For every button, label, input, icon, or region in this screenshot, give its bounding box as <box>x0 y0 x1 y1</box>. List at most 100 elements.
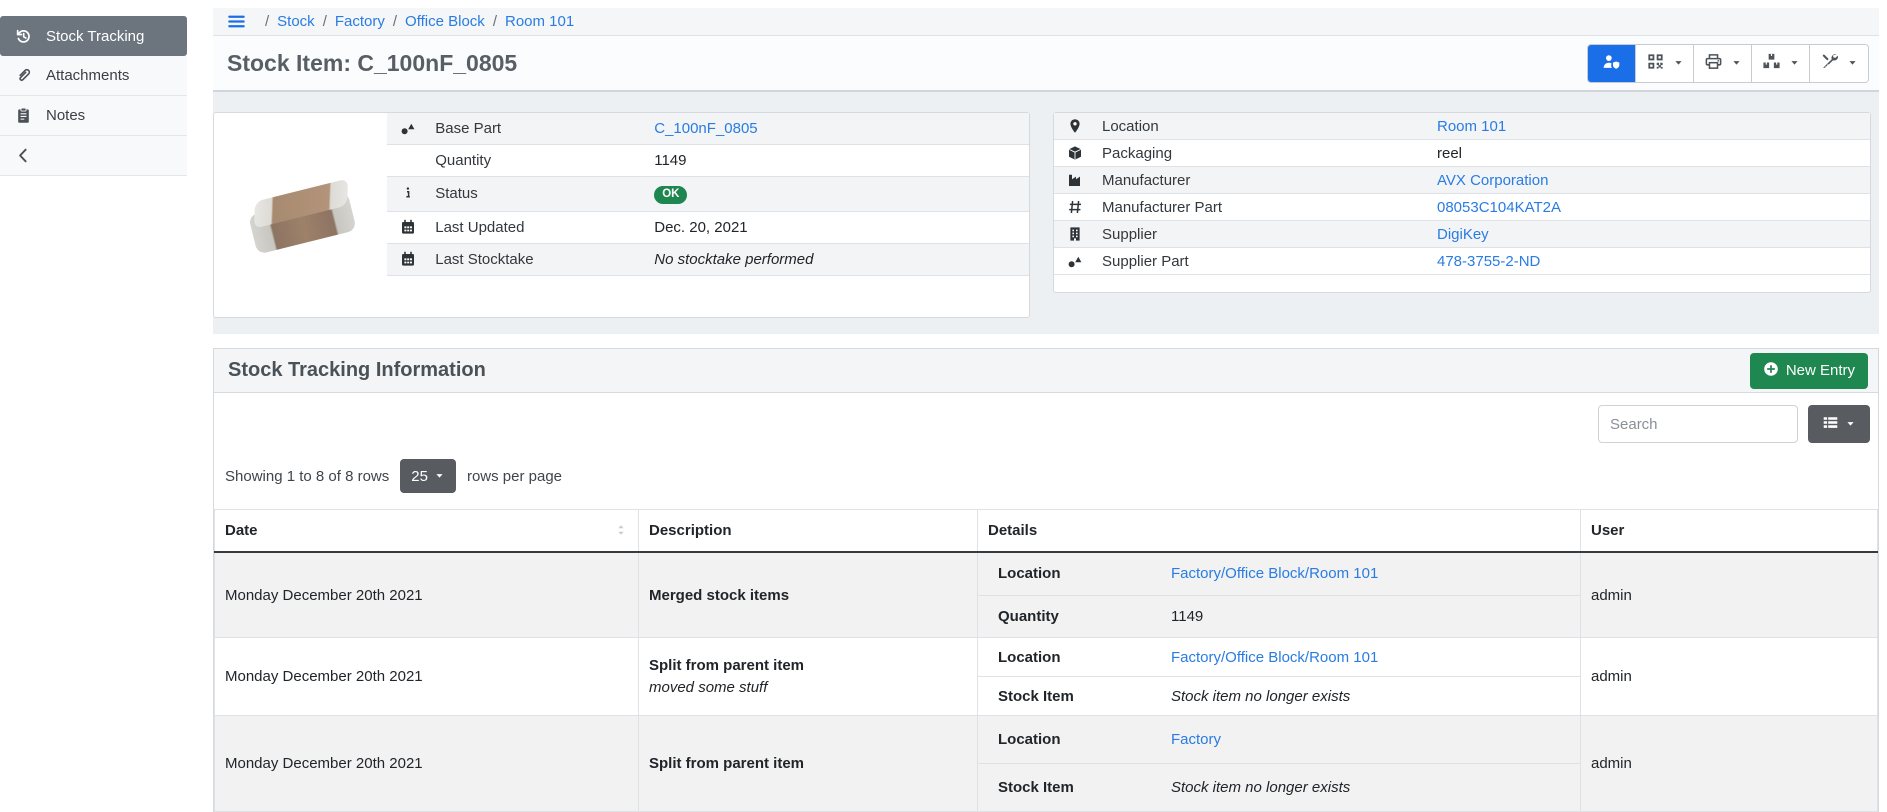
detail-sub-label: Location <box>978 731 1171 748</box>
barcode-actions-button[interactable] <box>1636 45 1694 82</box>
caret-down-icon <box>1789 56 1800 71</box>
table-row: Monday December 20th 2021Merged stock it… <box>215 552 1878 638</box>
edit-actions-button[interactable] <box>1810 45 1868 82</box>
qrcode-icon <box>1646 52 1665 74</box>
column-header-label: Details <box>988 522 1037 539</box>
detail-value-link[interactable]: AVX Corporation <box>1437 172 1548 189</box>
detail-value: OK <box>648 177 1029 212</box>
detail-row: Base PartC_100nF_0805 <box>387 113 1029 145</box>
breadcrumb-separator: / <box>323 13 327 30</box>
column-header-user: User <box>1581 510 1878 553</box>
detail-row: LocationRoom 101 <box>1054 113 1870 140</box>
caret-down-icon <box>434 468 445 485</box>
detail-value-text: reel <box>1437 145 1462 162</box>
part-thumbnail <box>214 113 387 317</box>
detail-value: DigiKey <box>1431 221 1870 248</box>
sidebar-item-notes[interactable]: Notes <box>0 96 187 136</box>
sidebar-item-attachments[interactable]: Attachments <box>0 56 187 96</box>
columns-button[interactable] <box>1808 405 1870 443</box>
industry-icon <box>1054 167 1096 194</box>
plus-circle-icon <box>1763 361 1779 381</box>
page-size-dropdown[interactable]: 25 <box>400 459 456 493</box>
detail-value-link[interactable]: C_100nF_0805 <box>654 120 757 137</box>
detail-row: Last UpdatedDec. 20, 2021 <box>387 211 1029 243</box>
entry-date-cell: Monday December 20th 2021 <box>215 638 639 716</box>
detail-label: Manufacturer Part <box>1096 194 1431 221</box>
entry-note: moved some stuff <box>649 679 967 696</box>
detail-value: 1149 <box>648 145 1029 177</box>
entry-details-cell: LocationFactory/Office Block/Room 101Sto… <box>978 638 1581 716</box>
breadcrumb-link[interactable]: Office Block <box>405 13 485 30</box>
panel-header: Stock Tracking Information New Entry <box>214 349 1878 393</box>
detail-sub-row: LocationFactory/Office Block/Room 101 <box>978 553 1580 596</box>
sidebar-item-label: Stock Tracking <box>46 28 144 45</box>
column-header-label: Description <box>649 522 732 539</box>
detail-sub-link[interactable]: Factory <box>1171 731 1221 748</box>
item-details-section: Base PartC_100nF_0805Quantity 1149 Status O… <box>213 92 1879 334</box>
detail-sub-row: LocationFactory <box>978 716 1580 764</box>
sidebar-item-label: Attachments <box>46 67 129 84</box>
entry-description-cell: Split from parent item <box>639 716 978 812</box>
breadcrumb-separator: / <box>393 13 397 30</box>
breadcrumb-link[interactable]: Stock <box>277 13 315 30</box>
caret-down-icon <box>1731 56 1742 71</box>
detail-label: Quantity <box>429 145 648 177</box>
paperclip-icon <box>15 67 33 85</box>
detail-value-link[interactable]: 478-3755-2-ND <box>1437 253 1540 270</box>
detail-value-link[interactable]: Room 101 <box>1437 118 1506 135</box>
detail-value: Room 101 <box>1431 113 1870 140</box>
detail-value-text: 1149 <box>654 152 686 169</box>
history-icon <box>15 27 33 45</box>
detail-row: ManufacturerAVX Corporation <box>1054 167 1870 194</box>
entry-details: LocationFactoryStock ItemStock item no l… <box>978 716 1580 811</box>
detail-value: C_100nF_0805 <box>648 113 1029 145</box>
breadcrumb-link[interactable]: Factory <box>335 13 385 30</box>
print-actions-button[interactable] <box>1694 45 1752 82</box>
hash-icon <box>1054 194 1096 221</box>
table-toolbar <box>214 393 1878 455</box>
showing-rows-text: Showing 1 to 8 of 8 rows <box>225 468 389 485</box>
detail-sub-link[interactable]: Factory/Office Block/Room 101 <box>1171 649 1378 666</box>
search-input[interactable] <box>1598 405 1798 443</box>
column-header-label: User <box>1591 522 1624 539</box>
sidebar-collapse-button[interactable] <box>0 136 187 176</box>
detail-value: reel <box>1431 140 1870 167</box>
stock-actions-button[interactable] <box>1588 45 1636 82</box>
detail-label: Status <box>429 177 648 212</box>
info-icon <box>387 177 429 212</box>
breadcrumb-link[interactable]: Room 101 <box>505 13 574 30</box>
panel-title: Stock Tracking Information <box>228 359 486 382</box>
detail-value: Dec. 20, 2021 <box>648 211 1029 243</box>
stock-adjust-button[interactable] <box>1752 45 1810 82</box>
detail-sub-row: Quantity1149 <box>978 596 1580 638</box>
entry-description: Split from parent item <box>649 755 967 772</box>
detail-value: No stocktake performed <box>648 243 1029 275</box>
detail-sub-value: 1149 <box>1171 608 1203 625</box>
column-header-date[interactable]: Date <box>215 510 639 553</box>
entry-description: Merged stock items <box>649 587 967 604</box>
chevron-left-icon <box>15 147 33 165</box>
detail-value: AVX Corporation <box>1431 167 1870 194</box>
detail-sub-label: Stock Item <box>978 688 1171 705</box>
status-badge: OK <box>654 186 687 204</box>
entry-date-cell: Monday December 20th 2021 <box>215 716 639 812</box>
shapes-icon <box>387 113 429 145</box>
printer-icon <box>1704 52 1723 74</box>
table-row: Monday December 20th 2021Split from pare… <box>215 638 1878 716</box>
supplier-card: LocationRoom 101PackagingreelManufacture… <box>1053 112 1871 293</box>
column-header-details: Details <box>978 510 1581 553</box>
sidebar-item-stock-tracking[interactable]: Stock Tracking <box>0 16 187 56</box>
user-shield-icon <box>1602 52 1621 74</box>
detail-value-link[interactable]: DigiKey <box>1437 226 1489 243</box>
detail-sub-label: Stock Item <box>978 779 1171 796</box>
breadcrumb-separator: / <box>493 13 497 30</box>
detail-sub-value: Stock item no longer exists <box>1171 688 1350 705</box>
detail-label: Supplier <box>1096 221 1431 248</box>
calendar-icon <box>387 243 429 275</box>
clipboard-icon <box>15 107 33 125</box>
hamburger-icon[interactable] <box>227 12 247 32</box>
detail-sub-link[interactable]: Factory/Office Block/Room 101 <box>1171 565 1378 582</box>
new-entry-button[interactable]: New Entry <box>1750 353 1868 389</box>
detail-value-link[interactable]: 08053C104KAT2A <box>1437 199 1561 216</box>
sidebar-item-label: Notes <box>46 107 85 124</box>
